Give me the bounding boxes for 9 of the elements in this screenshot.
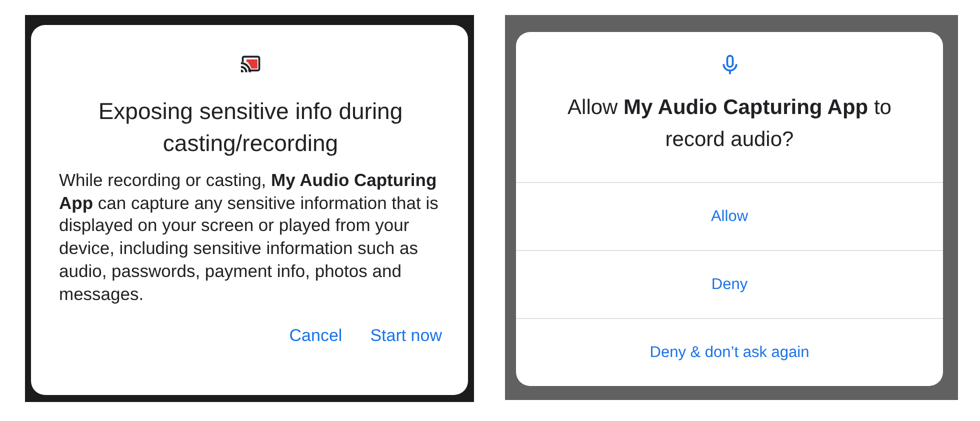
dialog-title: Exposing sensitive info during casting/recording xyxy=(97,97,404,158)
text-button[interactable]: Cancel xyxy=(289,322,342,350)
option-button[interactable]: Deny & don’t ask again xyxy=(516,318,943,386)
cast-icon xyxy=(240,53,262,75)
dialog-title: Allow My Audio Capturing App to record audio? xyxy=(566,95,892,153)
option-button[interactable]: Deny xyxy=(516,250,943,318)
text-button[interactable]: Start now xyxy=(370,322,442,350)
option-button[interactable]: Allow xyxy=(516,182,943,250)
dialog-message: While recording or casting, My Audio Capturing App can capture any sensitive information that is displayed on your screen or played from your device, including sensitive information such as audio, passwords, payment info, photos and messages. xyxy=(59,169,440,306)
